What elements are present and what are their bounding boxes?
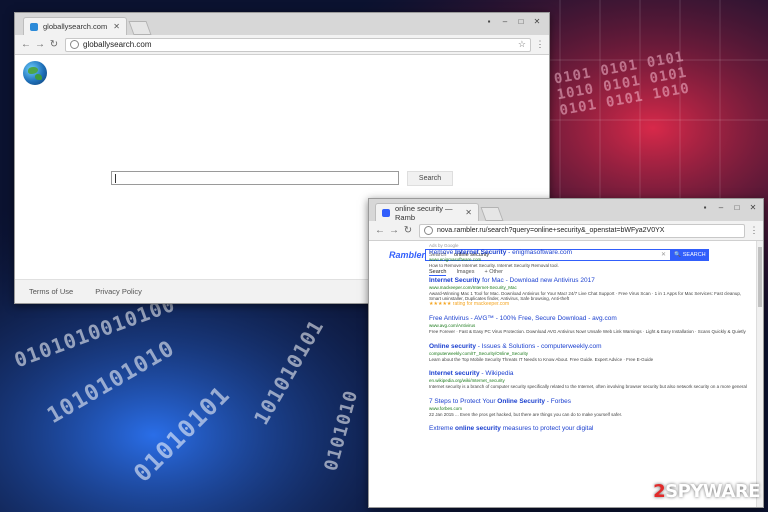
address-url: nova.rambler.ru/search?query=online+secu… (437, 227, 665, 234)
info-icon[interactable] (70, 40, 79, 49)
window-controls: ▪ – □ ✕ (481, 16, 545, 28)
forward-icon[interactable]: → (33, 39, 47, 50)
new-tab-button[interactable] (480, 207, 504, 221)
tab-strip: globallysearch.com ✕ ▪ – □ ✕ (15, 13, 549, 35)
result-title[interactable]: 7 Steps to Protect Your Online Security … (429, 398, 749, 406)
address-bar[interactable]: globallysearch.com ☆ (65, 37, 531, 52)
result-item: 7 Steps to Protect Your Online Security … (429, 398, 749, 418)
rambler-favicon-icon (382, 208, 390, 217)
minimize-icon[interactable]: – (713, 202, 729, 214)
result-desc: 22 Jan 2015 ... Even the pros get hacked… (429, 411, 623, 417)
user-icon[interactable]: ▪ (697, 202, 713, 214)
close-tab-icon[interactable]: ✕ (465, 208, 472, 217)
tab-rambler-search[interactable]: online security — Ramb ✕ (375, 203, 479, 222)
maximize-icon[interactable]: □ (513, 16, 529, 28)
result-title[interactable]: Internet security - Wikipedia (429, 370, 749, 378)
info-icon[interactable] (424, 226, 433, 235)
reload-icon[interactable]: ↻ (401, 225, 415, 236)
window-controls: ▪ – □ ✕ (697, 202, 761, 214)
result-desc: Learn about the Top Mobile Security Thre… (429, 356, 654, 362)
close-window-icon[interactable]: ✕ (745, 202, 761, 214)
result-title[interactable]: Internet Security for Mac - Download new… (429, 277, 749, 285)
ads-label: Ads by Google (429, 243, 459, 248)
forward-icon[interactable]: → (387, 225, 401, 236)
back-icon[interactable]: ← (19, 39, 33, 50)
browser-toolbar: ← → ↻ nova.rambler.ru/search?query=onlin… (369, 221, 763, 241)
globe-logo-icon (23, 61, 47, 85)
minimize-icon[interactable]: – (497, 16, 513, 28)
user-icon[interactable]: ▪ (481, 16, 497, 28)
address-bar[interactable]: nova.rambler.ru/search?query=online+secu… (419, 223, 745, 238)
back-icon[interactable]: ← (373, 225, 387, 236)
watermark-logo: 2SPYWARE (653, 481, 760, 502)
tab-globallysearch[interactable]: globallysearch.com ✕ (23, 17, 127, 35)
result-title[interactable]: Extreme online security measures to prot… (429, 425, 749, 433)
menu-icon[interactable]: ⋮ (535, 39, 545, 50)
rambler-logo[interactable]: Rambler/ (389, 250, 428, 260)
menu-icon[interactable]: ⋮ (749, 225, 759, 236)
globe-favicon-icon (30, 22, 38, 31)
result-desc: Internet security is a branch of compute… (429, 384, 747, 389)
close-tab-icon[interactable]: ✕ (113, 22, 120, 31)
result-item: Internet Security for Mac - Download new… (429, 277, 749, 308)
terms-link[interactable]: Terms of Use (29, 287, 73, 296)
result-title[interactable]: Online security - Issues & Solutions - c… (429, 343, 749, 351)
tab-strip: online security — Ramb ✕ ▪ – □ ✕ (369, 199, 763, 222)
result-desc: How to Remove Internet Security. Interne… (429, 263, 559, 268)
result-item: Extreme online security measures to prot… (429, 425, 749, 433)
search-results: Ads by Google Remove Internet Security -… (429, 243, 749, 441)
result-item: Internet security - Wikipedia en.wikiped… (429, 370, 749, 390)
browser-toolbar: ← → ↻ globallysearch.com ☆ ⋮ (15, 35, 549, 55)
close-window-icon[interactable]: ✕ (529, 16, 545, 28)
result-item: Online security - Issues & Solutions - c… (429, 343, 749, 363)
new-tab-button[interactable] (128, 21, 152, 35)
vertical-scrollbar[interactable] (756, 241, 763, 507)
result-item: Ads by Google Remove Internet Security -… (429, 243, 749, 269)
scrollbar-thumb[interactable] (758, 247, 762, 307)
reload-icon[interactable]: ↻ (47, 39, 61, 50)
search-button[interactable]: Search (407, 171, 453, 186)
tab-title: online security — Ramb (395, 203, 453, 222)
maximize-icon[interactable]: □ (729, 202, 745, 214)
address-url: globallysearch.com (83, 40, 152, 49)
bookmark-star-icon[interactable]: ☆ (518, 39, 526, 50)
browser-window-rambler: online security — Ramb ✕ ▪ – □ ✕ ← → ↻ n… (368, 198, 764, 508)
privacy-link[interactable]: Privacy Policy (95, 287, 142, 296)
search-input[interactable] (111, 171, 399, 185)
result-desc: Free Forever · Fast & Easy PC Virus Prot… (429, 329, 746, 334)
result-title[interactable]: Free Antivirus - AVG™ - 100% Free, Secur… (429, 315, 749, 323)
result-rating: ★★★★★ rating for mackeeper.com (429, 300, 510, 307)
result-title[interactable]: Remove Internet Security - enigmasoftwar… (429, 249, 749, 257)
result-item: Free Antivirus - AVG™ - 100% Free, Secur… (429, 315, 749, 335)
tab-title: globallysearch.com (43, 22, 108, 31)
result-desc: Award-Winning Mac 1 Tool for Mac. Downlo… (429, 290, 742, 302)
